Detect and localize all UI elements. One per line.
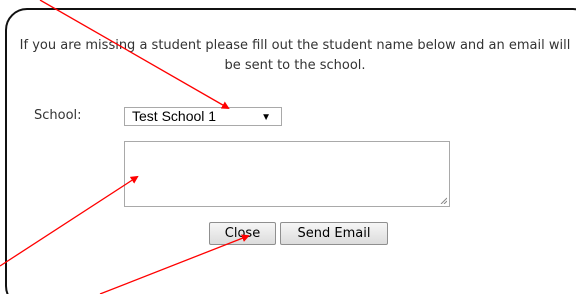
school-select-value: Test School 1 bbox=[132, 108, 217, 124]
resize-grip-icon[interactable] bbox=[440, 197, 447, 204]
school-select[interactable]: Test School 1 ▼ bbox=[124, 107, 282, 126]
close-button[interactable]: Close bbox=[209, 222, 276, 245]
dialog-message: If you are missing a student please fill… bbox=[19, 38, 571, 73]
school-label: School: bbox=[34, 108, 82, 123]
send-email-button[interactable]: Send Email bbox=[280, 222, 388, 245]
student-name-textarea[interactable] bbox=[124, 141, 450, 207]
dropdown-arrow-icon: ▼ bbox=[261, 112, 271, 123]
